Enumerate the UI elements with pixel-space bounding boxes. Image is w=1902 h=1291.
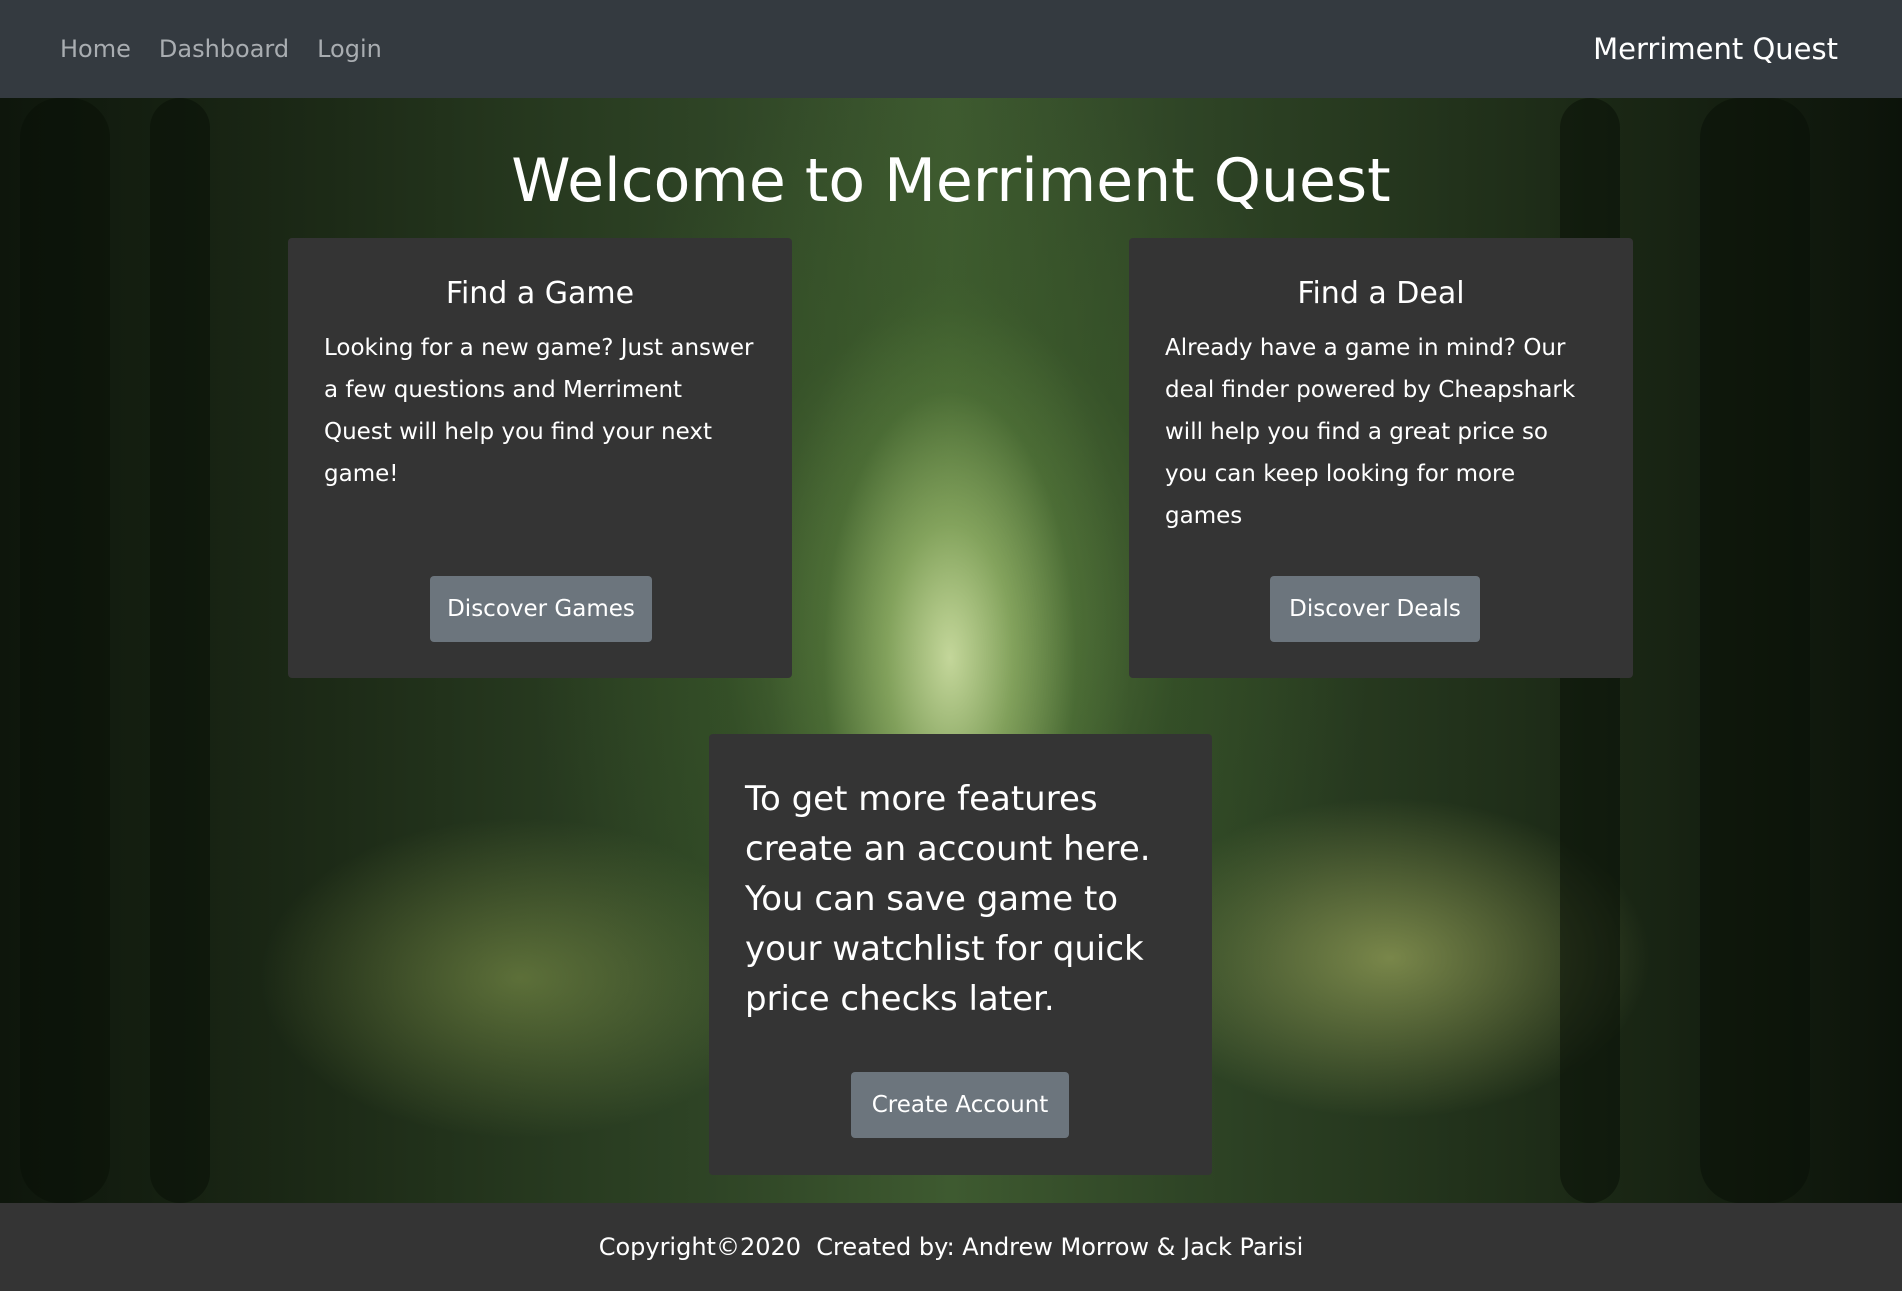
nav-link-dashboard[interactable]: Dashboard xyxy=(159,35,289,63)
forest-tree xyxy=(1700,98,1810,1203)
brand-logo[interactable]: Merriment Quest xyxy=(1593,32,1838,66)
nav-link-login[interactable]: Login xyxy=(317,35,382,63)
discover-deals-button[interactable]: Discover Deals xyxy=(1270,576,1480,642)
forest-tree xyxy=(20,98,110,1203)
navbar: Home Dashboard Login Merriment Quest xyxy=(0,0,1902,98)
find-game-title: Find a Game xyxy=(445,276,635,311)
find-game-text: Looking for a new game? Just answer a fe… xyxy=(324,335,754,487)
create-account-button[interactable]: Create Account xyxy=(851,1072,1069,1138)
nav-links: Home Dashboard Login xyxy=(60,35,410,63)
find-deal-text: Already have a game in mind? Our deal fi… xyxy=(1165,335,1576,529)
create-account-card: To get more features create an account h… xyxy=(709,734,1212,1175)
find-deal-card: Find a Deal Already have a game in mind?… xyxy=(1129,238,1633,678)
page-title: Welcome to Merriment Quest xyxy=(511,146,1391,216)
find-deal-title: Find a Deal xyxy=(1297,276,1465,311)
footer-copyright: Copyright©2020 Created by: Andrew Morrow… xyxy=(598,1233,1304,1261)
forest-tree xyxy=(150,98,210,1203)
find-game-card: Find a Game Looking for a new game? Just… xyxy=(288,238,792,678)
discover-games-button[interactable]: Discover Games xyxy=(430,576,652,642)
create-account-text: To get more features create an account h… xyxy=(745,779,1151,1019)
nav-link-home[interactable]: Home xyxy=(60,35,131,63)
footer: Copyright©2020 Created by: Andrew Morrow… xyxy=(0,1203,1902,1291)
